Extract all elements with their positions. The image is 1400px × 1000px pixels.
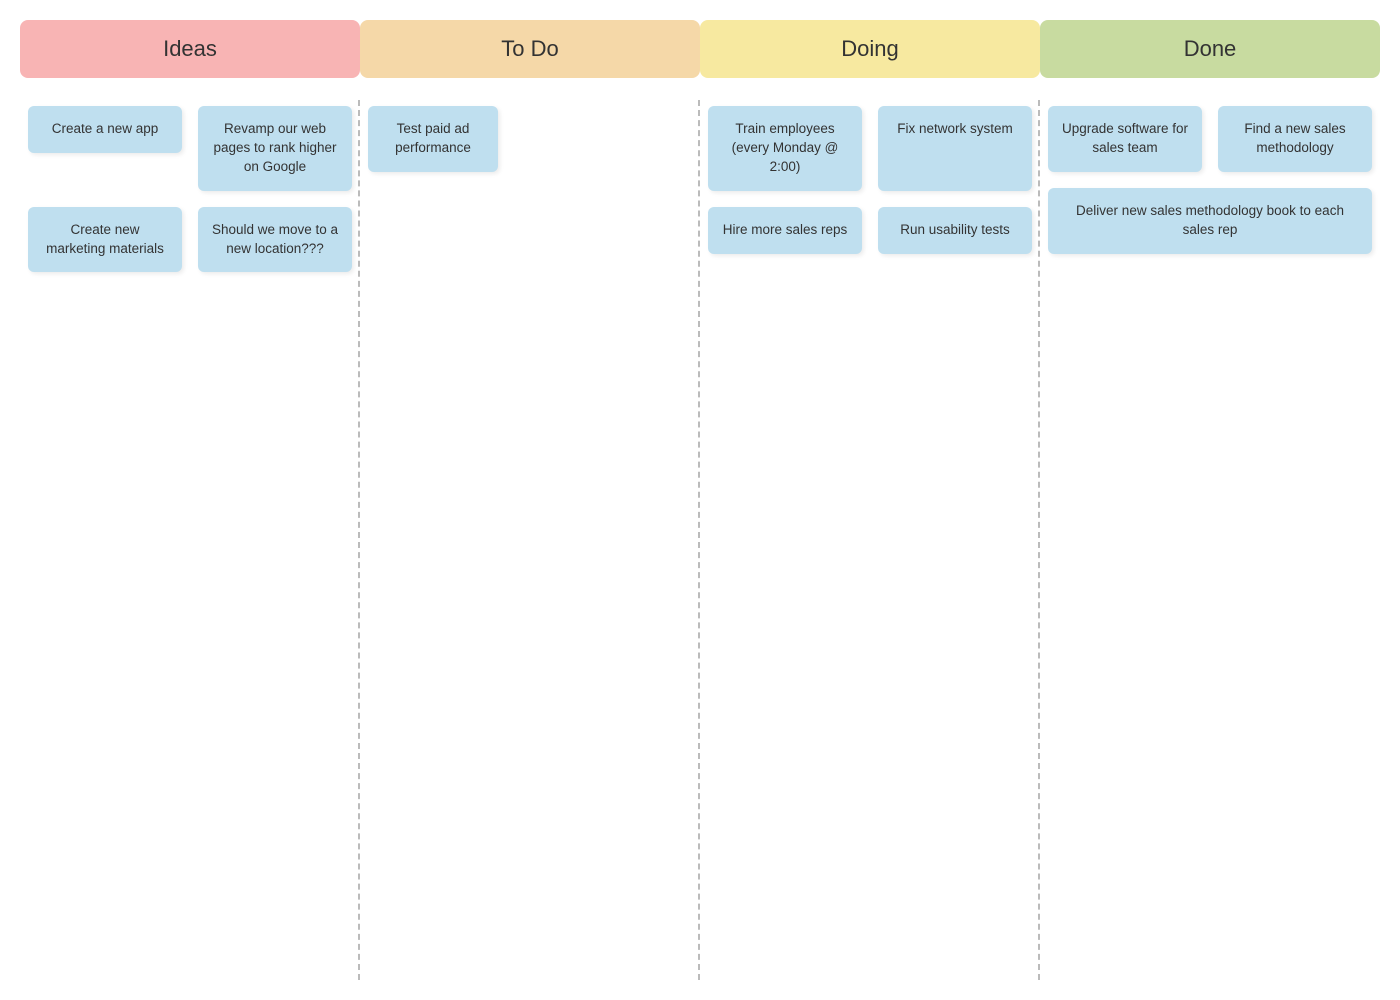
card-doing-3[interactable]: Hire more sales reps (708, 207, 862, 254)
card-done-1[interactable]: Upgrade software for sales team (1048, 106, 1202, 172)
column-header-ideas: Ideas (20, 20, 360, 78)
card-done-2[interactable]: Find a new sales methodology (1218, 106, 1372, 172)
card-text: Test paid ad performance (395, 121, 471, 155)
cards-area-doing: Train employees (every Monday @ 2:00) Fi… (700, 98, 1040, 262)
column-header-todo: To Do (360, 20, 700, 78)
column-ideas: Ideas Create a new app Revamp our web pa… (20, 20, 360, 980)
card-text: Hire more sales reps (723, 222, 848, 237)
card-text: Create new marketing materials (46, 222, 164, 256)
card-ideas-4[interactable]: Should we move to a new location??? (198, 207, 352, 273)
column-title-ideas: Ideas (163, 36, 217, 61)
column-header-done: Done (1040, 20, 1380, 78)
card-text: Train employees (every Monday @ 2:00) (732, 121, 839, 174)
card-todo-1[interactable]: Test paid ad performance (368, 106, 498, 172)
card-ideas-2[interactable]: Revamp our web pages to rank higher on G… (198, 106, 352, 191)
card-ideas-1[interactable]: Create a new app (28, 106, 182, 153)
column-title-todo: To Do (501, 36, 558, 61)
column-doing: Doing Train employees (every Monday @ 2:… (700, 20, 1040, 980)
card-doing-1[interactable]: Train employees (every Monday @ 2:00) (708, 106, 862, 191)
card-text: Revamp our web pages to rank higher on G… (213, 121, 336, 174)
card-text: Find a new sales methodology (1244, 121, 1345, 155)
column-done: Done Upgrade software for sales team Fin… (1040, 20, 1380, 980)
card-doing-4[interactable]: Run usability tests (878, 207, 1032, 254)
cards-area-todo: Test paid ad performance (360, 98, 700, 180)
column-header-doing: Doing (700, 20, 1040, 78)
card-ideas-3[interactable]: Create new marketing materials (28, 207, 182, 273)
card-doing-2[interactable]: Fix network system (878, 106, 1032, 191)
card-text: Run usability tests (900, 222, 1010, 237)
card-done-3[interactable]: Deliver new sales methodology book to ea… (1048, 188, 1372, 254)
kanban-board: Ideas Create a new app Revamp our web pa… (20, 20, 1380, 980)
card-text: Upgrade software for sales team (1062, 121, 1188, 155)
column-todo: To Do Test paid ad performance (360, 20, 700, 980)
column-title-doing: Doing (841, 36, 898, 61)
card-text: Deliver new sales methodology book to ea… (1076, 203, 1344, 237)
card-text: Fix network system (897, 121, 1013, 136)
cards-area-ideas: Create a new app Revamp our web pages to… (20, 98, 360, 280)
cards-area-done: Upgrade software for sales team Find a n… (1040, 98, 1380, 262)
card-text: Create a new app (52, 121, 159, 136)
card-text: Should we move to a new location??? (212, 222, 338, 256)
column-title-done: Done (1184, 36, 1237, 61)
